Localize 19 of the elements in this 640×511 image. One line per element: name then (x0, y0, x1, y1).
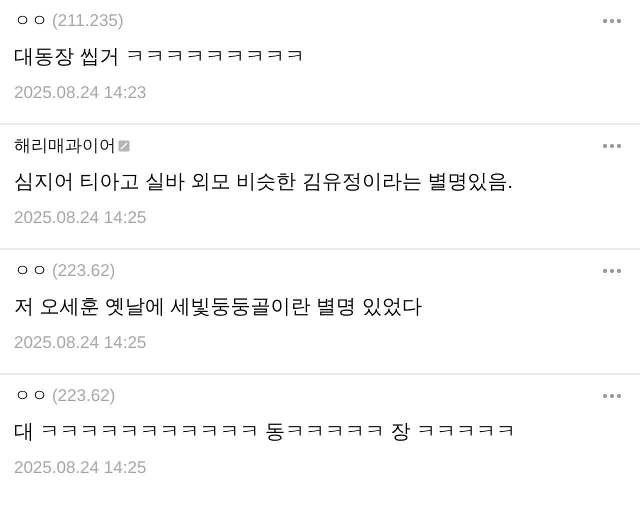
more-icon (602, 268, 622, 274)
timestamp: 2025.08.24 14:23 (14, 82, 148, 104)
ip-address: (223.62) (52, 385, 116, 407)
timestamp: 2025.08.24 14:25 (14, 332, 148, 354)
author-name: 해리매과이어 (14, 135, 116, 157)
author-name: ㅇㅇ (14, 260, 48, 282)
author-name: ㅇㅇ (14, 385, 48, 407)
timestamp: 2025.08.24 14:25 (14, 206, 148, 228)
timestamp: 2025.08.24 14:25 (14, 456, 148, 478)
comment-text: 대 ㅋㅋㅋㅋㅋㅋㅋㅋㅋㅋㅋ 동ㅋㅋㅋㅋㅋ 장 ㅋㅋㅋㅋㅋ (14, 420, 518, 444)
comment-text: 심지어 티아고 실바 외모 비슷한 김유정이라는 별명있음. (14, 170, 514, 194)
more-icon (602, 142, 622, 149)
ip-address: (223.62) (52, 260, 116, 282)
ip-address: (211.235) (52, 10, 124, 32)
comment-text: 저 오세훈 옛날에 세빛둥둥골이란 별명 있었다 (14, 294, 423, 320)
comment-text: 대동장 씹거 ㅋㅋㅋㅋㅋㅋㅋㅋㅋ (14, 44, 306, 70)
more-icon (602, 392, 622, 399)
author-name: ㅇㅇ (14, 10, 48, 32)
more-icon (602, 18, 622, 24)
